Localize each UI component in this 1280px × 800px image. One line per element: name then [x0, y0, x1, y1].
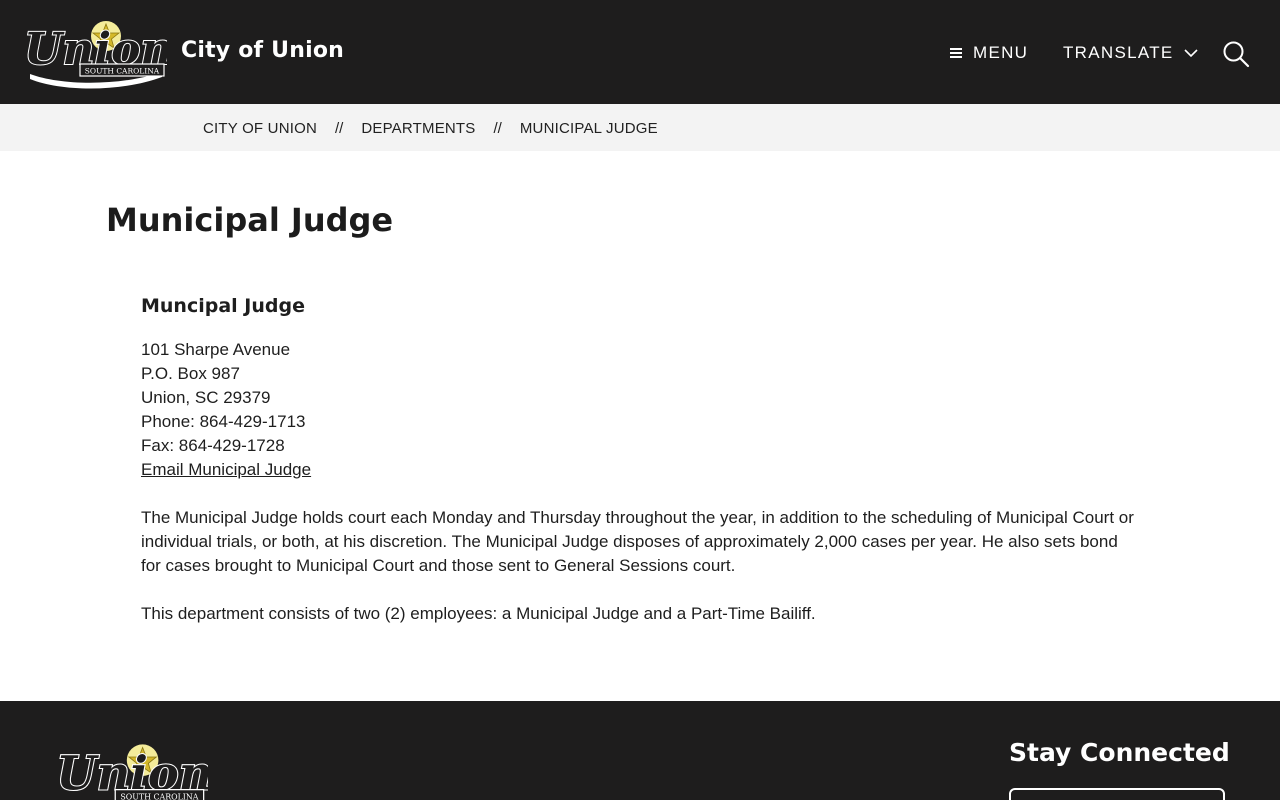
address-street: 101 Sharpe Avenue	[141, 340, 291, 359]
breadcrumb-separator: //	[493, 120, 502, 137]
logo-subtext: SOUTH CAROLINA	[120, 793, 198, 800]
chevron-down-icon	[1184, 48, 1198, 57]
stay-connected-heading: Stay Connected	[1009, 738, 1230, 767]
breadcrumb-city-of-union[interactable]: CITY OF UNION	[203, 120, 317, 137]
section-heading: Muncipal Judge	[141, 295, 305, 317]
employees-paragraph: This department consists of two (2) empl…	[141, 604, 816, 623]
search-icon[interactable]	[1222, 40, 1250, 68]
address-po-box: P.O. Box 987	[141, 364, 240, 383]
site-header: Union SOUTH CAROLINA City of Union MENU …	[0, 0, 1280, 104]
footer-logo[interactable]: Union SOUTH CAROLINA	[53, 737, 208, 800]
breadcrumb-departments[interactable]: DEPARTMENTS	[361, 120, 475, 137]
site-title[interactable]: City of Union	[181, 38, 344, 63]
address-city-state-zip: Union, SC 29379	[141, 388, 271, 407]
address-phone: Phone: 864-429-1713	[141, 412, 306, 431]
menu-button[interactable]: MENU	[950, 42, 1028, 64]
menu-label: MENU	[973, 43, 1029, 62]
footer-signup-box[interactable]	[1009, 788, 1225, 800]
breadcrumb-list: CITY OF UNION // DEPARTMENTS // MUNICIPA…	[203, 120, 658, 137]
translate-label: TRANSLATE	[1063, 43, 1174, 62]
translate-button[interactable]: TRANSLATE	[1063, 42, 1198, 64]
page-title: Municipal Judge	[106, 201, 394, 239]
hamburger-icon	[950, 46, 962, 61]
breadcrumb: CITY OF UNION // DEPARTMENTS // MUNICIPA…	[0, 104, 1280, 151]
site-footer: Union SOUTH CAROLINA Stay Connected	[0, 701, 1280, 800]
email-municipal-judge-link[interactable]: Email Municipal Judge	[141, 458, 1141, 482]
address-block: 101 Sharpe Avenue P.O. Box 987 Union, SC…	[141, 338, 1141, 482]
breadcrumb-separator: //	[335, 120, 344, 137]
address-fax: Fax: 864-429-1728	[141, 436, 285, 455]
breadcrumb-municipal-judge[interactable]: MUNICIPAL JUDGE	[520, 120, 658, 137]
city-logo[interactable]: Union SOUTH CAROLINA	[22, 14, 167, 90]
logo-subtext: SOUTH CAROLINA	[85, 67, 160, 76]
main-content: Muncipal Judge 101 Sharpe Avenue P.O. Bo…	[141, 294, 1141, 626]
description-paragraph: The Municipal Judge holds court each Mon…	[141, 508, 1134, 575]
